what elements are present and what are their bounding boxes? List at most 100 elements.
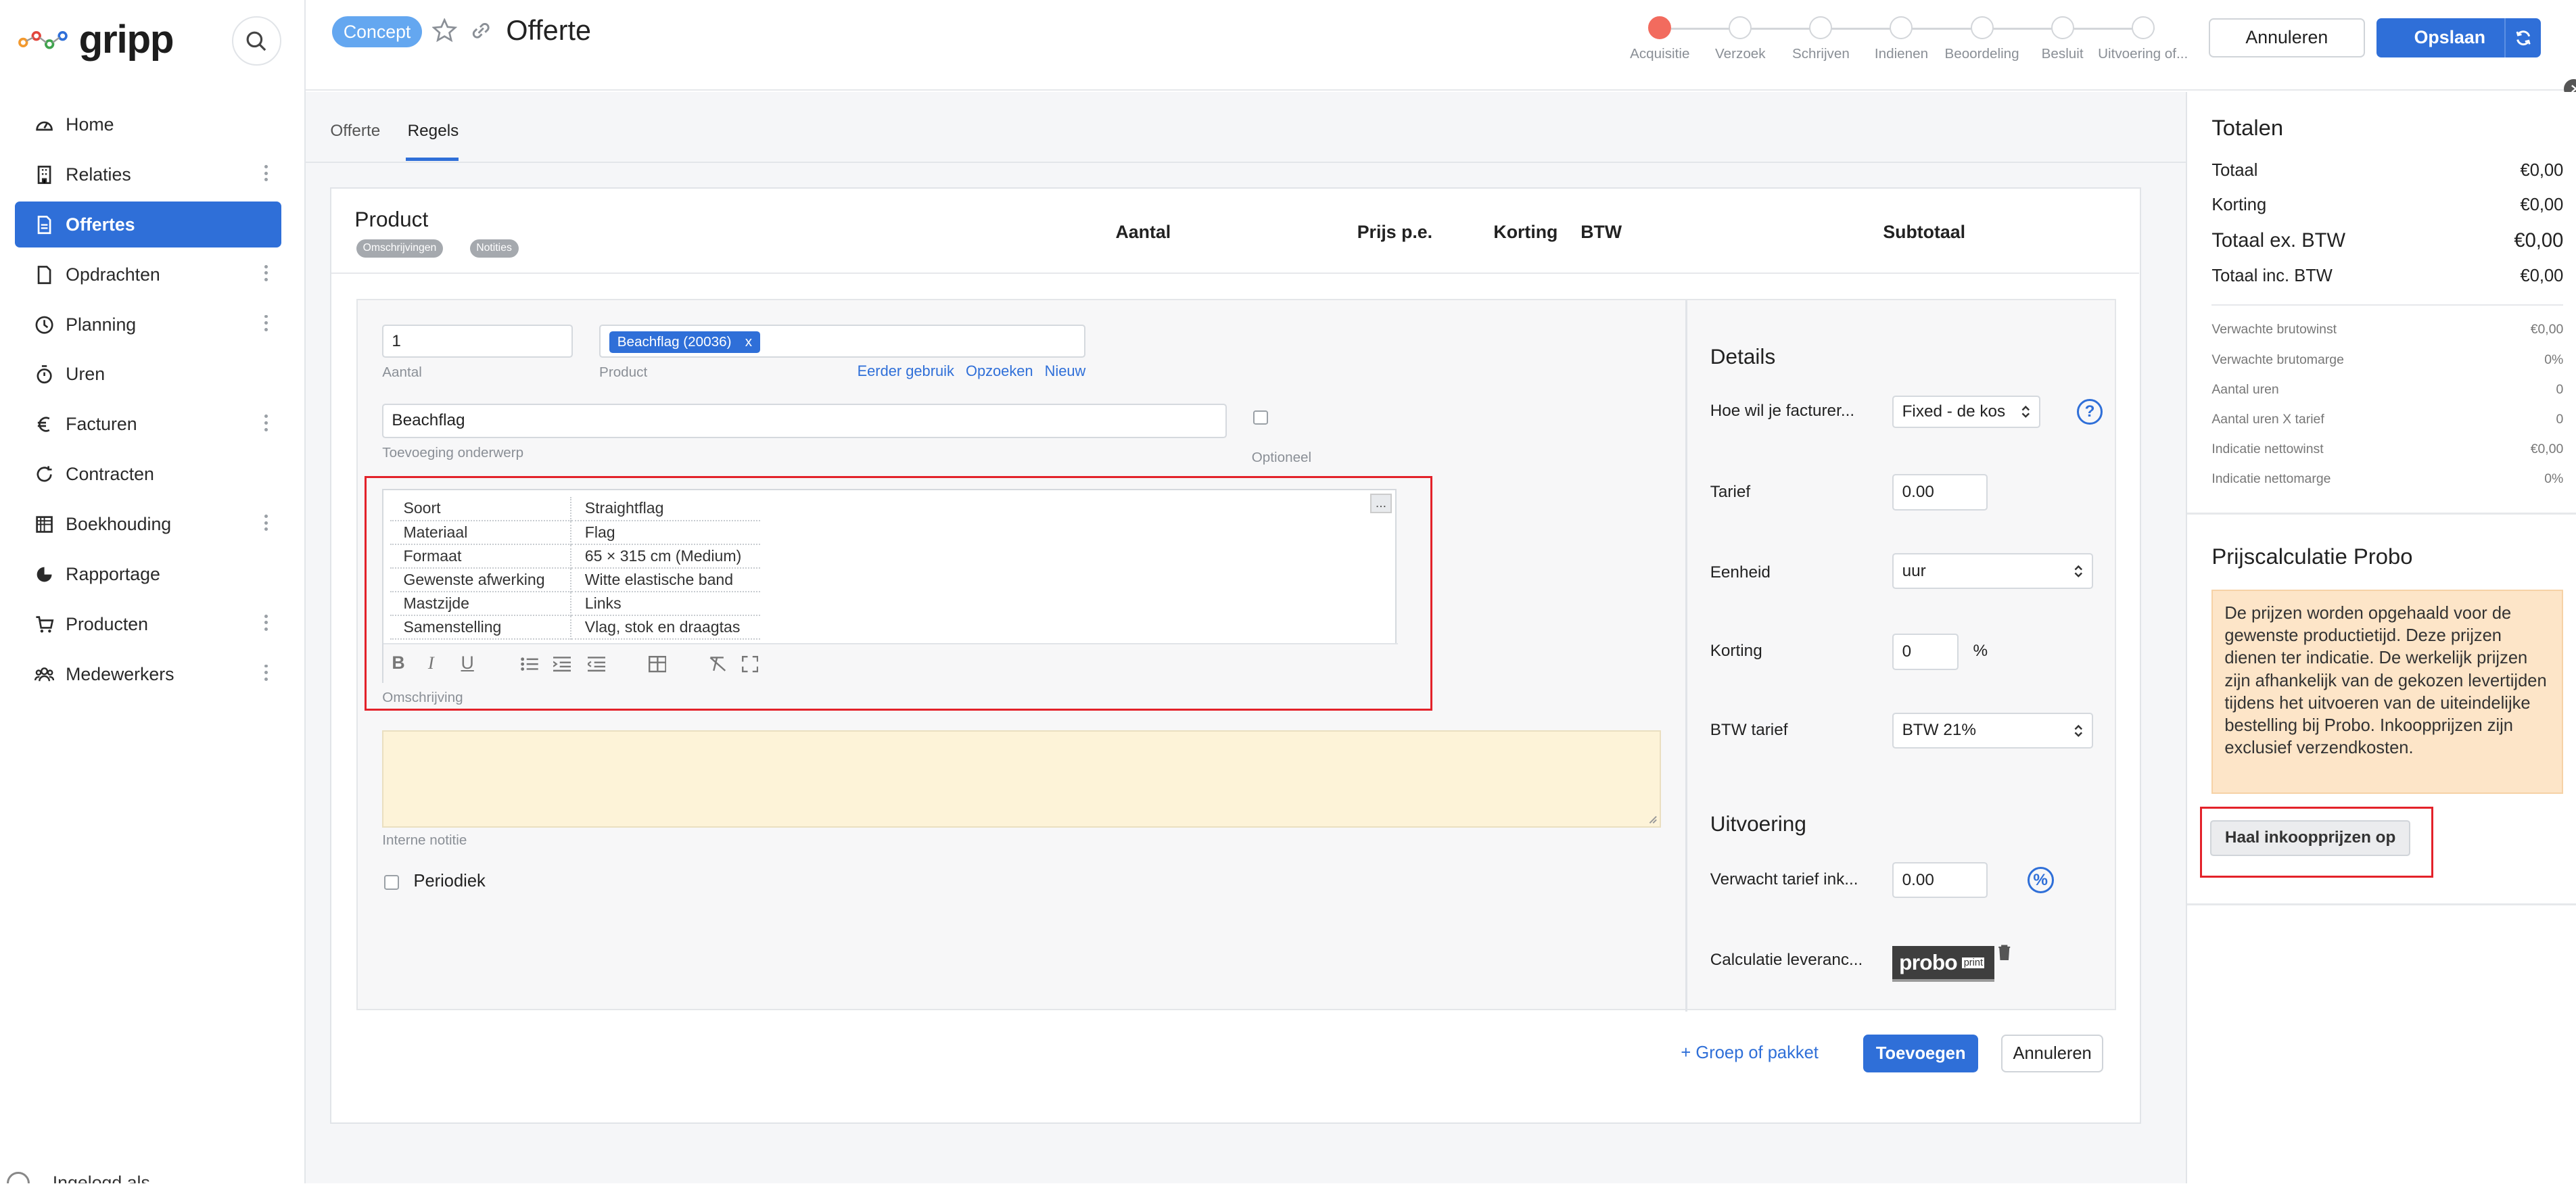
sidebar-item-label: Contracten: [66, 464, 154, 485]
workflow-step[interactable]: Uitvoering of...: [2094, 16, 2193, 62]
app-name: gripp: [78, 17, 174, 62]
sidebar-item-medewerkers[interactable]: Medewerkers: [15, 651, 281, 697]
pill-omschrijvingen[interactable]: Omschrijvingen: [356, 239, 444, 258]
optioneel-checkbox[interactable]: [1253, 410, 1269, 425]
euro-icon: [34, 415, 54, 434]
product-chip[interactable]: Beachflag (20036) x: [609, 331, 761, 353]
user-menu[interactable]: Ingelogd als: [6, 1166, 302, 1183]
notitie-caption: Interne notitie: [382, 832, 467, 849]
korting-input[interactable]: 0: [1892, 634, 1959, 670]
form-divider: [1685, 300, 1687, 1012]
eerder-gebruik-link[interactable]: Eerder gebruik: [858, 362, 954, 380]
step-dot: [1648, 16, 1672, 40]
more-options-icon[interactable]: [264, 263, 268, 283]
sidebar-item-relaties[interactable]: Relaties: [15, 152, 281, 198]
tab-offerte[interactable]: Offerte: [330, 122, 380, 141]
step-label: Uitvoering of...: [2098, 46, 2188, 62]
interne-notitie-textarea[interactable]: [382, 730, 1661, 828]
eenheid-value: uur: [1902, 561, 1926, 580]
sidebar-item-uren[interactable]: Uren: [15, 352, 281, 398]
groep-pakket-link[interactable]: + Groep of pakket: [1681, 1043, 1818, 1063]
dashboard-icon: [34, 115, 54, 135]
metric-value: 0%: [2544, 352, 2564, 367]
clock-icon: [34, 315, 54, 335]
cancel-button[interactable]: Annuleren: [2208, 18, 2365, 58]
cart-icon: [34, 615, 54, 634]
trash-icon[interactable]: [1998, 944, 2011, 961]
uitvoering-title: Uitvoering: [1710, 811, 1806, 836]
sidebar-item-home[interactable]: Home: [15, 102, 281, 148]
chip-remove-button[interactable]: x: [745, 334, 752, 350]
percent-toggle-button[interactable]: %: [2027, 867, 2054, 894]
save-options-button[interactable]: [2504, 18, 2540, 58]
step-dot: [1729, 16, 1752, 40]
probo-logo: probo print: [1892, 945, 1995, 982]
btw-select[interactable]: BTW 21%: [1892, 712, 2093, 749]
sidebar-item-label: Uren: [66, 364, 106, 385]
annuleren-line-button[interactable]: Annuleren: [2001, 1035, 2103, 1073]
onderwerp-caption: Toevoeging onderwerp: [382, 444, 524, 460]
facturering-value: Fixed - de kos: [1902, 402, 2006, 421]
save-button[interactable]: Opslaan: [2376, 18, 2541, 58]
facturering-select[interactable]: Fixed - de kos: [1892, 395, 2041, 429]
metric-label: Verwachte brutomarge: [2211, 352, 2344, 367]
totals-value: €0,00: [2514, 230, 2564, 252]
metric-label: Aantal uren: [2211, 381, 2279, 397]
main-content: Offerte Regels Product Omschrijvingen No…: [305, 92, 2186, 1183]
gripp-logo[interactable]: gripp: [18, 15, 174, 64]
totals-title: Totalen: [2211, 115, 2284, 141]
star-icon[interactable]: [432, 18, 457, 43]
opzoeken-link[interactable]: Opzoeken: [966, 362, 1033, 380]
link-icon[interactable]: [469, 18, 493, 43]
totals-panel: Totalen Totaal €0,00 Korting €0,00 Totaal ex…: [2185, 92, 2576, 1183]
search-icon: [246, 31, 266, 51]
sidebar-item-boekhouding[interactable]: Boekhouding: [15, 502, 281, 548]
building-icon: [34, 165, 54, 185]
select-arrows-icon: [2074, 565, 2083, 577]
pill-notities[interactable]: Notities: [469, 239, 519, 258]
verwacht-input[interactable]: 0.00: [1892, 861, 1988, 899]
sidebar-item-label: Rapportage: [66, 563, 160, 584]
metric-row: Verwachte brutomarge 0%: [2211, 352, 2563, 368]
col-btw: BTW: [1580, 221, 1622, 242]
more-options-icon[interactable]: [264, 663, 268, 682]
more-options-icon[interactable]: [264, 164, 268, 183]
toevoegen-button[interactable]: Toevoegen: [1863, 1035, 1979, 1073]
select-arrows-icon: [2074, 724, 2083, 737]
search-button[interactable]: [231, 16, 281, 66]
periodiek-checkbox[interactable]: [383, 875, 399, 891]
more-options-icon[interactable]: [264, 613, 268, 632]
tarief-input[interactable]: 0.00: [1892, 474, 1988, 511]
korting-label: Korting: [1710, 642, 1762, 661]
sidebar-item-rapportage[interactable]: Rapportage: [15, 551, 281, 597]
sidebar-item-offertes[interactable]: Offertes: [14, 202, 281, 248]
sidebar-item-planning[interactable]: Planning: [15, 302, 281, 348]
tab-bar: Offerte Regels: [305, 92, 2186, 163]
resize-handle-icon[interactable]: [1648, 815, 1658, 825]
sidebar-item-contracten[interactable]: Contracten: [15, 452, 281, 498]
tab-regels[interactable]: Regels: [408, 122, 459, 141]
sidebar-item-facturen[interactable]: Facturen: [15, 402, 281, 448]
metric-row: Aantal uren 0: [2211, 382, 2563, 398]
onderwerp-input[interactable]: Beachflag: [382, 403, 1227, 438]
col-prijs: Prijs p.e.: [1357, 221, 1433, 242]
col-subtotaal: Subtotaal: [1883, 221, 1966, 242]
eenheid-select[interactable]: uur: [1892, 553, 2093, 590]
help-icon[interactable]: ?: [2076, 398, 2103, 425]
facturering-label: Hoe wil je facturer...: [1710, 402, 1855, 421]
grid-icon: [34, 515, 54, 534]
more-options-icon[interactable]: [264, 513, 268, 533]
more-options-icon[interactable]: [264, 313, 268, 333]
sidebar-item-producten[interactable]: Producten: [15, 601, 281, 647]
nieuw-link[interactable]: Nieuw: [1045, 362, 1086, 380]
active-tab-indicator: [406, 158, 459, 162]
metric-value: 0: [2556, 381, 2564, 397]
totals-value: €0,00: [2520, 266, 2564, 285]
step-dot: [2051, 16, 2074, 40]
header-divider: [331, 272, 2140, 275]
totals-label: Totaal: [2211, 161, 2258, 181]
product-lines-card: Product Omschrijvingen Notities Aantal P…: [330, 187, 2142, 1124]
aantal-input[interactable]: 1: [382, 325, 573, 358]
sidebar-item-opdrachten[interactable]: Opdrachten: [15, 252, 281, 298]
more-options-icon[interactable]: [264, 413, 268, 433]
